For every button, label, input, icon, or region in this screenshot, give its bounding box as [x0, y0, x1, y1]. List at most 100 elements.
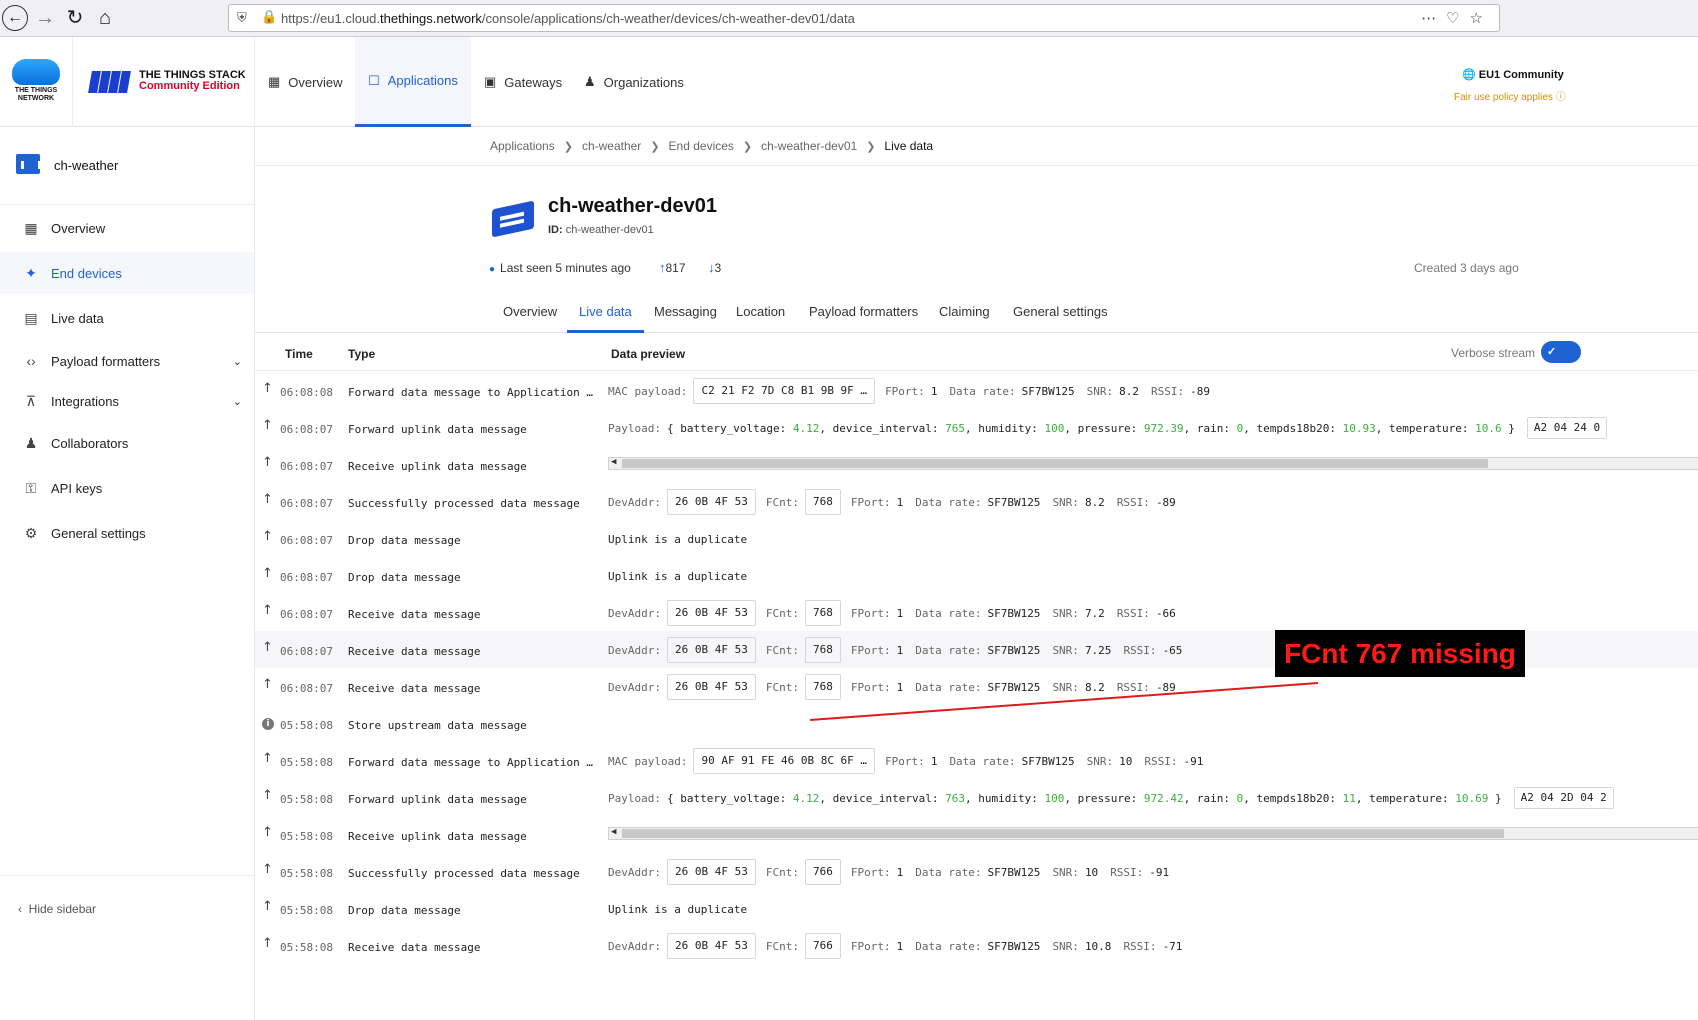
topnav-label: Gateways — [504, 74, 563, 90]
sidebar-item-label: Live data — [51, 310, 104, 326]
lock-icon[interactable]: 🔒 — [261, 9, 277, 25]
decoded-payload[interactable]: Payload:{ battery_voltage: 4.12, device_… — [608, 787, 1614, 809]
table-row[interactable]: ↑ 05:58:08 Successfully processed data mes… — [255, 853, 1698, 890]
fcnt-value[interactable]: 768 — [804, 600, 841, 626]
sidebar-item-label: General settings — [51, 525, 146, 541]
mac-payload-value[interactable]: C2 21 F2 7D C8 B1 9B 9F … — [693, 378, 876, 404]
chevron-down-icon[interactable]: ⌄ — [233, 355, 242, 368]
table-row[interactable]: ↑ 05:58:08 Forward data message to Applica… — [255, 742, 1698, 779]
url-bar[interactable]: ⛨ 🔒 https://eu1.cloud.thethings.network/… — [228, 4, 1500, 32]
fcnt-value[interactable]: 766 — [804, 859, 841, 885]
snr-value: 8.2 — [1119, 384, 1140, 398]
tab-live-data[interactable]: Live data — [567, 287, 644, 333]
table-row[interactable]: ↑ 05:58:08 Receive data message DevAddr: 26 … — [255, 927, 1698, 964]
table-row[interactable]: ↑ 06:08:07 Drop data message Uplink is a du… — [255, 557, 1698, 594]
breadcrumb-device[interactable]: ch-weather-dev01 — [761, 139, 857, 153]
breadcrumb-applications[interactable]: Applications — [490, 139, 555, 153]
tab-general-settings[interactable]: General settings — [1013, 287, 1108, 333]
forward-arrow-icon[interactable]: → — [32, 5, 58, 31]
back-arrow-icon[interactable]: ← — [2, 5, 28, 31]
page-actions[interactable]: ⋯♡☆ — [1421, 9, 1493, 27]
payload-key: battery_voltage — [680, 791, 780, 805]
raw-payload-box[interactable]: A2 04 24 0 — [1526, 417, 1608, 439]
fcnt-value[interactable]: 768 — [804, 637, 841, 663]
tab-messaging[interactable]: Messaging — [654, 287, 717, 333]
mac-payload-value[interactable]: 90 AF 91 FE 46 0B 8C 6F … — [693, 748, 876, 774]
datarate-value: SF7BW125 — [1021, 754, 1075, 768]
topnav-label: Applications — [387, 73, 458, 88]
chevron-down-icon[interactable]: ⌄ — [233, 395, 242, 408]
event-type: Successfully processed data message — [348, 867, 580, 880]
chevron-left-icon: ‹ — [18, 902, 22, 916]
topnav-gateways[interactable]: ▣ Gateways — [484, 37, 562, 127]
table-row[interactable]: ↑ 06:08:07 Receive data message DevAddr: 26 … — [255, 594, 1698, 631]
app-header: THE THINGS NETWORK THE THINGS STACK Comm… — [0, 37, 1698, 127]
topnav-applications[interactable]: ☐ Applications — [355, 37, 471, 127]
sidebar-item-live-data[interactable]: ▤ Live data — [0, 297, 254, 339]
sidebar-item-end-devices[interactable]: ✦ End devices — [0, 252, 254, 294]
fcnt-value[interactable]: 766 — [804, 933, 841, 959]
event-time: 06:08:07 — [280, 423, 333, 436]
devaddr-value[interactable]: 26 0B 4F 53 — [666, 489, 756, 515]
breadcrumb-end-devices[interactable]: End devices — [669, 139, 734, 153]
chevron-right-icon: ❯ — [650, 140, 660, 153]
table-row[interactable]: i 05:58:08 Store upstream data message — [255, 705, 1698, 742]
table-row[interactable]: ↑ 05:58:08 Receive uplink data message — [255, 816, 1698, 853]
decoded-payload[interactable]: Payload:{ battery_voltage: 4.12, device_… — [608, 417, 1608, 439]
topnav-organizations[interactable]: ♟ Organizations — [584, 37, 684, 127]
fair-use-link[interactable]: Fair use policy applies ⓘ — [1454, 88, 1566, 103]
devaddr-value[interactable]: 26 0B 4F 53 — [666, 674, 756, 700]
verbose-stream-toggle[interactable]: ✓ — [1541, 341, 1581, 363]
fcnt-value[interactable]: 768 — [804, 489, 841, 515]
datarate-value: SF7BW125 — [987, 939, 1041, 953]
devaddr-value[interactable]: 26 0B 4F 53 — [666, 933, 756, 959]
event-type: Forward uplink data message — [348, 423, 527, 436]
sidebar-item-payload-formatters[interactable]: ‹› Payload formatters ⌄ — [0, 340, 254, 382]
table-row[interactable]: ↑ 06:08:07 Successfully processed data mes… — [255, 483, 1698, 520]
table-row[interactable]: ↑ 05:58:08 Forward uplink data message Payl… — [255, 779, 1698, 840]
shield-icon[interactable]: ⛨ — [237, 10, 247, 26]
uplink-arrow-icon: ↑ — [262, 788, 273, 803]
tab-overview[interactable]: Overview — [503, 287, 557, 333]
ttn-logo[interactable]: THE THINGS NETWORK — [8, 59, 64, 109]
event-time: 05:58:08 — [280, 941, 333, 954]
pocket-icon[interactable]: ♡ — [1446, 10, 1469, 27]
table-row[interactable]: ↑ 05:58:08 Drop data message Uplink is a du… — [255, 890, 1698, 927]
fport-label: FPort: — [885, 754, 925, 768]
url-text[interactable]: https://eu1.cloud.thethings.network/cons… — [281, 11, 855, 26]
rssi-value: -65 — [1162, 643, 1183, 657]
tab-location[interactable]: Location — [736, 287, 785, 333]
bookmark-star-icon[interactable]: ☆ — [1470, 10, 1493, 27]
devaddr-value[interactable]: 26 0B 4F 53 — [666, 600, 756, 626]
devaddr-value[interactable]: 26 0B 4F 53 — [666, 637, 756, 663]
fcnt-label: FCnt: — [765, 606, 799, 620]
fport-label: FPort: — [850, 643, 891, 657]
reload-icon[interactable]: ↻ — [62, 5, 88, 31]
sidebar-item-collaborators[interactable]: ♟ Collaborators — [0, 422, 254, 464]
fport-label: FPort: — [850, 865, 891, 879]
hide-sidebar-button[interactable]: ‹ Hide sidebar — [0, 875, 254, 941]
brace-close: } — [1508, 421, 1515, 435]
people-icon: ♟ — [24, 434, 38, 451]
sidebar-item-overview[interactable]: ▦ Overview — [0, 207, 254, 249]
chevron-right-icon: ❯ — [563, 140, 573, 153]
more-icon[interactable]: ⋯ — [1421, 10, 1446, 27]
table-row[interactable]: ↑ 06:08:07 Drop data message Uplink is a du… — [255, 520, 1698, 557]
sidebar-item-api-keys[interactable]: ⚿ API keys — [0, 467, 254, 509]
table-row[interactable]: ↑ 06:08:07 Forward uplink data message Payl… — [255, 409, 1698, 470]
verbose-stream-label: Verbose stream — [1451, 346, 1536, 360]
tab-claiming[interactable]: Claiming — [939, 287, 990, 333]
cluster-selector[interactable]: 🌐 EU1 Community — [1462, 68, 1564, 81]
topnav-overview[interactable]: ▦ Overview — [268, 37, 342, 127]
sidebar-item-integrations[interactable]: ⊼ Integrations ⌄ — [0, 380, 254, 422]
home-icon[interactable]: ⌂ — [92, 5, 118, 31]
raw-payload-box[interactable]: A2 04 2D 04 2 — [1513, 787, 1614, 809]
fcnt-value[interactable]: 768 — [804, 674, 841, 700]
breadcrumb-application[interactable]: ch-weather — [582, 139, 641, 153]
table-row[interactable]: ↑ 06:08:08 Forward data message to Applica… — [255, 372, 1698, 409]
table-row[interactable]: ↑ 06:08:07 Receive uplink data message — [255, 446, 1698, 483]
tab-payload-formatters[interactable]: Payload formatters — [809, 287, 918, 333]
tts-logo-icon[interactable] — [88, 71, 132, 93]
devaddr-value[interactable]: 26 0B 4F 53 — [666, 859, 756, 885]
sidebar-item-general-settings[interactable]: ⚙ General settings — [0, 512, 254, 554]
